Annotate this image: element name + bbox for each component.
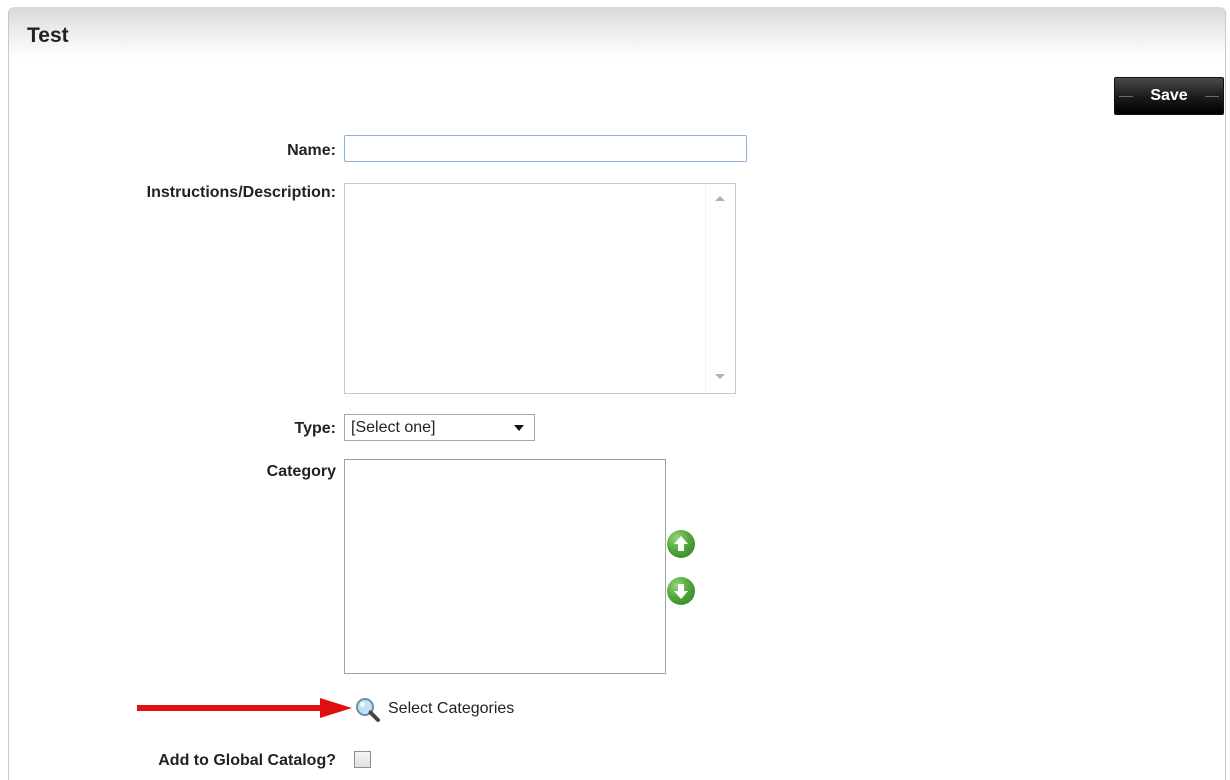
- global-catalog-label: Add to Global Catalog?: [158, 752, 336, 769]
- global-catalog-checkbox[interactable]: [354, 751, 371, 768]
- description-label: Instructions/Description:: [146, 184, 336, 201]
- scroll-up-icon[interactable]: [715, 196, 725, 201]
- arrow-down-circle-icon[interactable]: [667, 577, 695, 605]
- arrow-up-circle-icon[interactable]: [667, 530, 695, 558]
- name-field[interactable]: [344, 135, 747, 162]
- category-label: Category: [266, 463, 336, 480]
- description-textarea[interactable]: [344, 183, 736, 394]
- category-listbox[interactable]: [344, 459, 666, 674]
- type-selected-value: [Select one]: [351, 419, 436, 436]
- type-label: Type:: [294, 420, 336, 437]
- chevron-down-icon: [514, 425, 524, 431]
- type-select[interactable]: [Select one]: [344, 414, 535, 441]
- scroll-down-icon[interactable]: [715, 374, 725, 379]
- name-label: Name:: [287, 142, 336, 159]
- select-categories-label: Select Categories: [388, 700, 515, 717]
- save-button[interactable]: Save: [1114, 77, 1224, 115]
- magnifier-icon: [356, 698, 380, 722]
- description-scrollbar[interactable]: [705, 184, 735, 393]
- page-title: Test: [27, 24, 69, 47]
- annotation-arrow: [137, 698, 352, 718]
- panel-header: Test: [9, 7, 1225, 59]
